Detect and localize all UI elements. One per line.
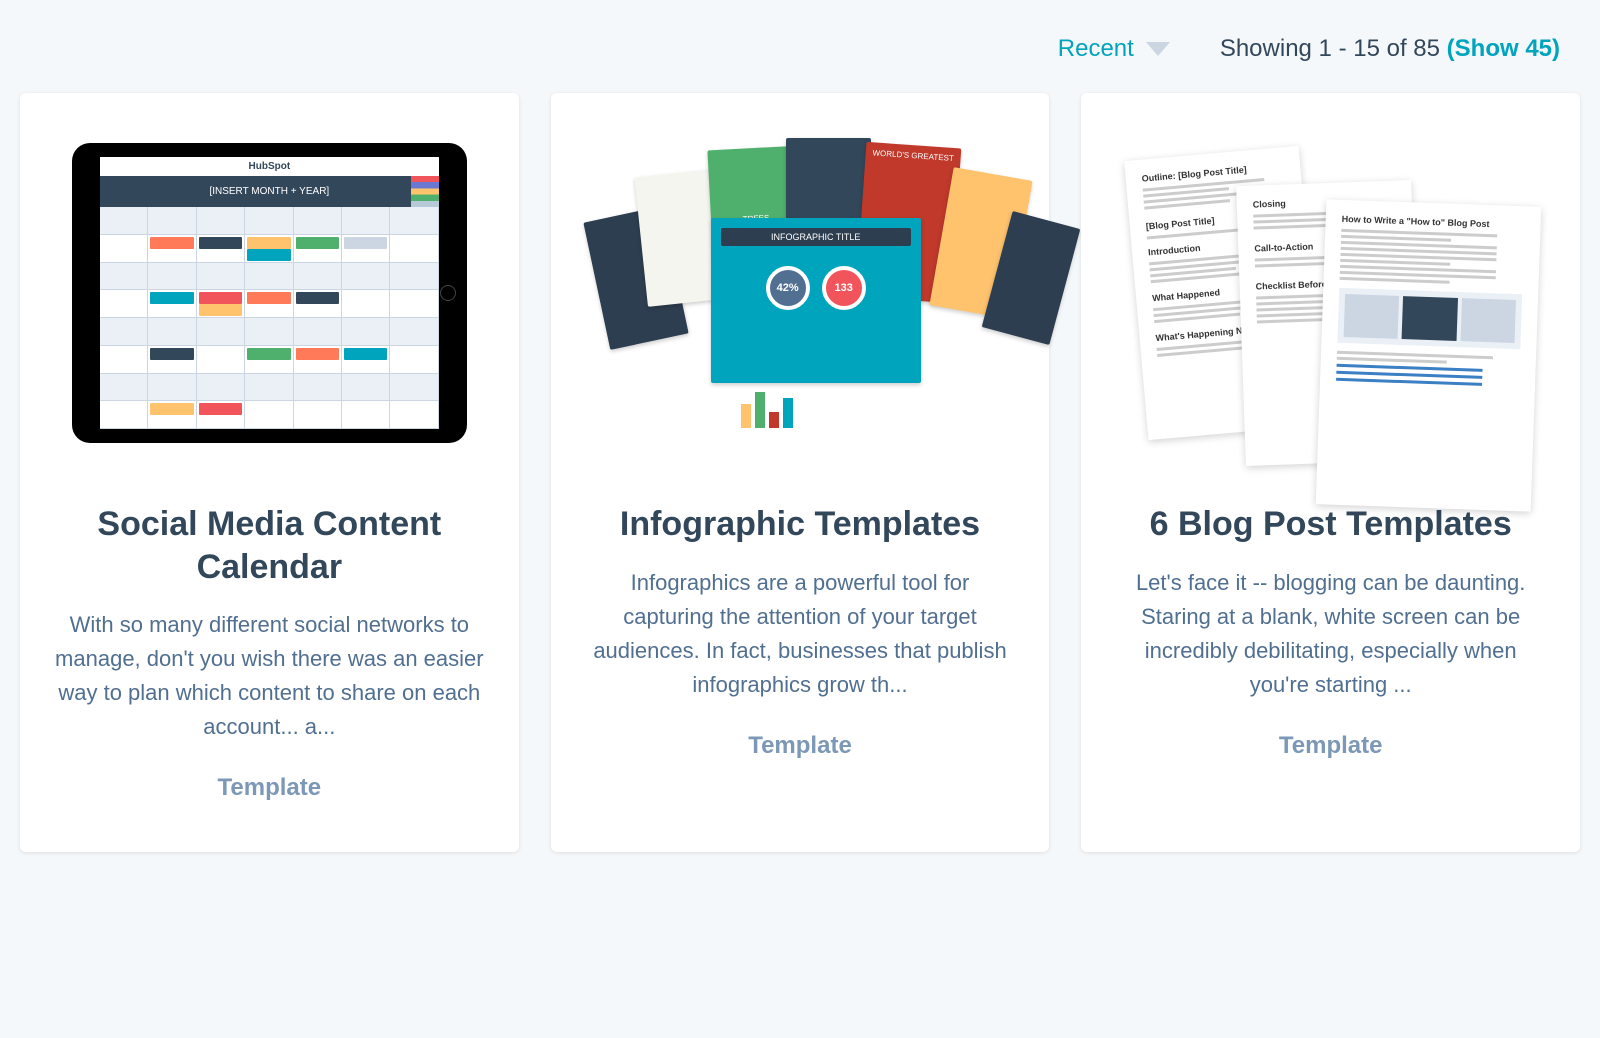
- card-description: Infographics are a powerful tool for cap…: [551, 566, 1050, 732]
- infographic-spread: TREES WORLD'S GREATEST INFOGRAPHIC TITLE…: [581, 123, 1020, 463]
- card-image: TREES WORLD'S GREATEST INFOGRAPHIC TITLE…: [551, 93, 1050, 493]
- top-bar: Recent Showing 1 - 15 of 85 (Show 45): [20, 20, 1580, 93]
- results-count: Showing 1 - 15 of 85 (Show 45): [1220, 35, 1560, 63]
- template-card[interactable]: HubSpot [INSERT MONTH + YEAR] Social Me: [20, 93, 519, 852]
- card-category: Template: [1081, 732, 1580, 760]
- template-card[interactable]: TREES WORLD'S GREATEST INFOGRAPHIC TITLE…: [551, 93, 1050, 852]
- card-category: Template: [551, 732, 1050, 760]
- card-image: Outline: [Blog Post Title] [Blog Post Ti…: [1081, 93, 1580, 493]
- card-title: Infographic Templates: [551, 493, 1050, 566]
- template-card[interactable]: Outline: [Blog Post Title] [Blog Post Ti…: [1081, 93, 1580, 852]
- chevron-down-icon: [1146, 42, 1170, 56]
- sort-dropdown[interactable]: Recent: [1058, 35, 1170, 63]
- brand-text: HubSpot: [100, 157, 439, 176]
- results-text: Showing 1 - 15 of 85: [1220, 35, 1447, 62]
- sort-label: Recent: [1058, 35, 1134, 63]
- card-description: With so many different social networks t…: [20, 608, 519, 774]
- card-image: HubSpot [INSERT MONTH + YEAR]: [20, 93, 519, 493]
- card-title: Social Media Content Calendar: [20, 493, 519, 608]
- tablet-mockup: HubSpot [INSERT MONTH + YEAR]: [72, 143, 467, 443]
- documents-mockup: Outline: [Blog Post Title] [Blog Post Ti…: [1111, 123, 1550, 463]
- card-description: Let's face it -- blogging can be dauntin…: [1081, 566, 1580, 732]
- show-more-link[interactable]: (Show 45): [1447, 35, 1560, 62]
- card-category: Template: [20, 774, 519, 802]
- calendar-header: [INSERT MONTH + YEAR]: [100, 176, 439, 207]
- card-grid: HubSpot [INSERT MONTH + YEAR] Social Me: [20, 93, 1580, 852]
